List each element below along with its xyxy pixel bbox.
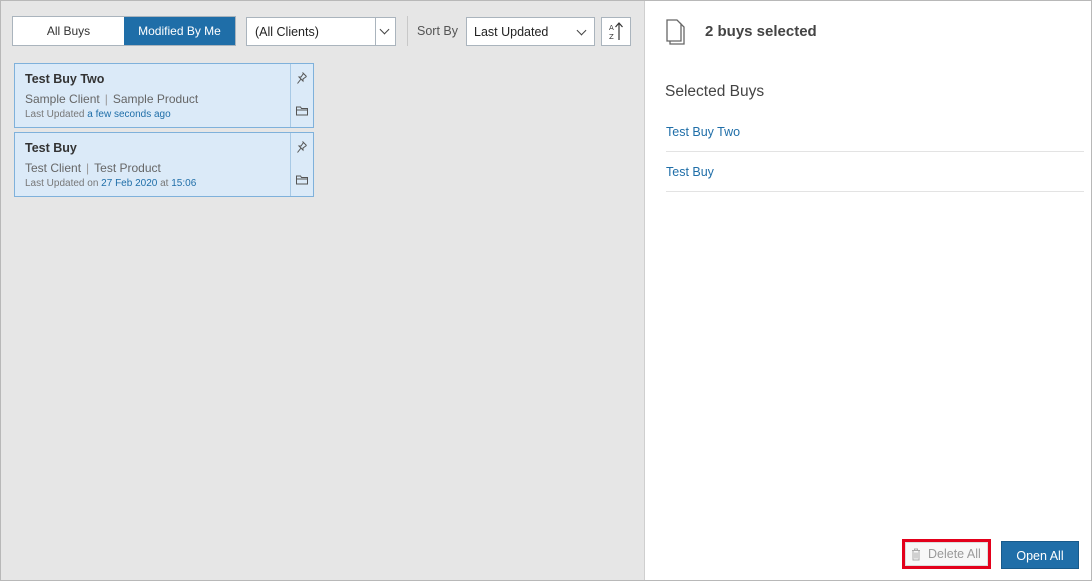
updated-date: 27 Feb 2020 (101, 178, 158, 189)
buy-card-subtitle: Sample Client | Sample Product (25, 92, 198, 106)
updated-time: 15:06 (171, 178, 197, 189)
buy-card-client: Test Client (25, 161, 82, 175)
svg-text:A: A (609, 24, 614, 32)
delete-all-label: Delete All (928, 547, 981, 561)
client-filter-dropdown-button[interactable] (375, 18, 395, 45)
delete-all-button-body: Delete All (905, 542, 988, 566)
toolbar-divider (407, 16, 408, 46)
buy-filter-toggle: All Buys Modified By Me (12, 16, 236, 46)
buy-list-pane: All Buys Modified By Me (All Clients) So… (1, 1, 645, 580)
selected-buy-link[interactable]: Test Buy (666, 152, 1084, 192)
sort-by-label: Sort By (417, 24, 458, 38)
delete-all-button[interactable]: Delete All (902, 539, 991, 569)
client-filter-value: (All Clients) (255, 25, 319, 39)
multiple-documents-icon (666, 19, 685, 45)
chevron-down-icon (576, 25, 587, 36)
chevron-down-icon (379, 24, 390, 35)
updated-at: at (160, 178, 169, 189)
sort-az-icon: A Z (609, 22, 623, 41)
buy-card-client: Sample Client (25, 92, 100, 106)
pin-icon[interactable] (296, 71, 308, 85)
buy-card-updated: Last Updated a few seconds ago (25, 109, 171, 120)
open-all-button[interactable]: Open All (1001, 541, 1079, 569)
buy-card-product: Sample Product (112, 92, 199, 106)
buy-card-actions (290, 64, 313, 127)
separator-bar: | (104, 92, 108, 106)
svg-text:Z: Z (609, 33, 614, 41)
updated-prefix: Last Updated (25, 109, 85, 120)
sort-direction-button[interactable]: A Z (601, 17, 631, 46)
tab-modified-by-me[interactable]: Modified By Me (124, 17, 235, 45)
buy-card[interactable]: Test Buy Two Sample Client | Sample Produc… (14, 63, 314, 128)
selection-pane: 2 buys selected Selected Buys Test Buy T… (646, 1, 1091, 580)
updated-prefix: Last Updated on (25, 178, 99, 189)
folder-icon[interactable] (296, 106, 309, 116)
selected-buys-heading: Selected Buys (665, 83, 765, 100)
buy-card-subtitle: Test Client | Test Product (25, 161, 161, 175)
selected-buys-list: Test Buy Two Test Buy (666, 112, 1084, 192)
trash-icon (912, 548, 920, 561)
buy-card[interactable]: Test Buy Test Client | Test Product Last U… (14, 132, 314, 197)
updated-when: a few seconds ago (87, 109, 171, 120)
buy-card-title: Test Buy Two (25, 72, 105, 86)
buy-card-updated: Last Updated on 27 Feb 2020 at 15:06 (25, 178, 196, 189)
pin-icon[interactable] (296, 140, 308, 154)
buy-card-title: Test Buy (25, 141, 77, 155)
buy-card-product: Test Product (94, 161, 161, 175)
sort-by-value: Last Updated (474, 25, 549, 39)
sort-by-select[interactable]: Last Updated (466, 17, 595, 46)
buy-card-actions (290, 133, 313, 196)
selected-buy-link[interactable]: Test Buy Two (666, 112, 1084, 152)
selected-count: 2 buys selected (705, 23, 817, 40)
folder-icon[interactable] (296, 175, 309, 185)
tab-all-buys[interactable]: All Buys (13, 17, 124, 45)
separator-bar: | (86, 161, 90, 175)
client-filter-select[interactable]: (All Clients) (246, 17, 396, 46)
